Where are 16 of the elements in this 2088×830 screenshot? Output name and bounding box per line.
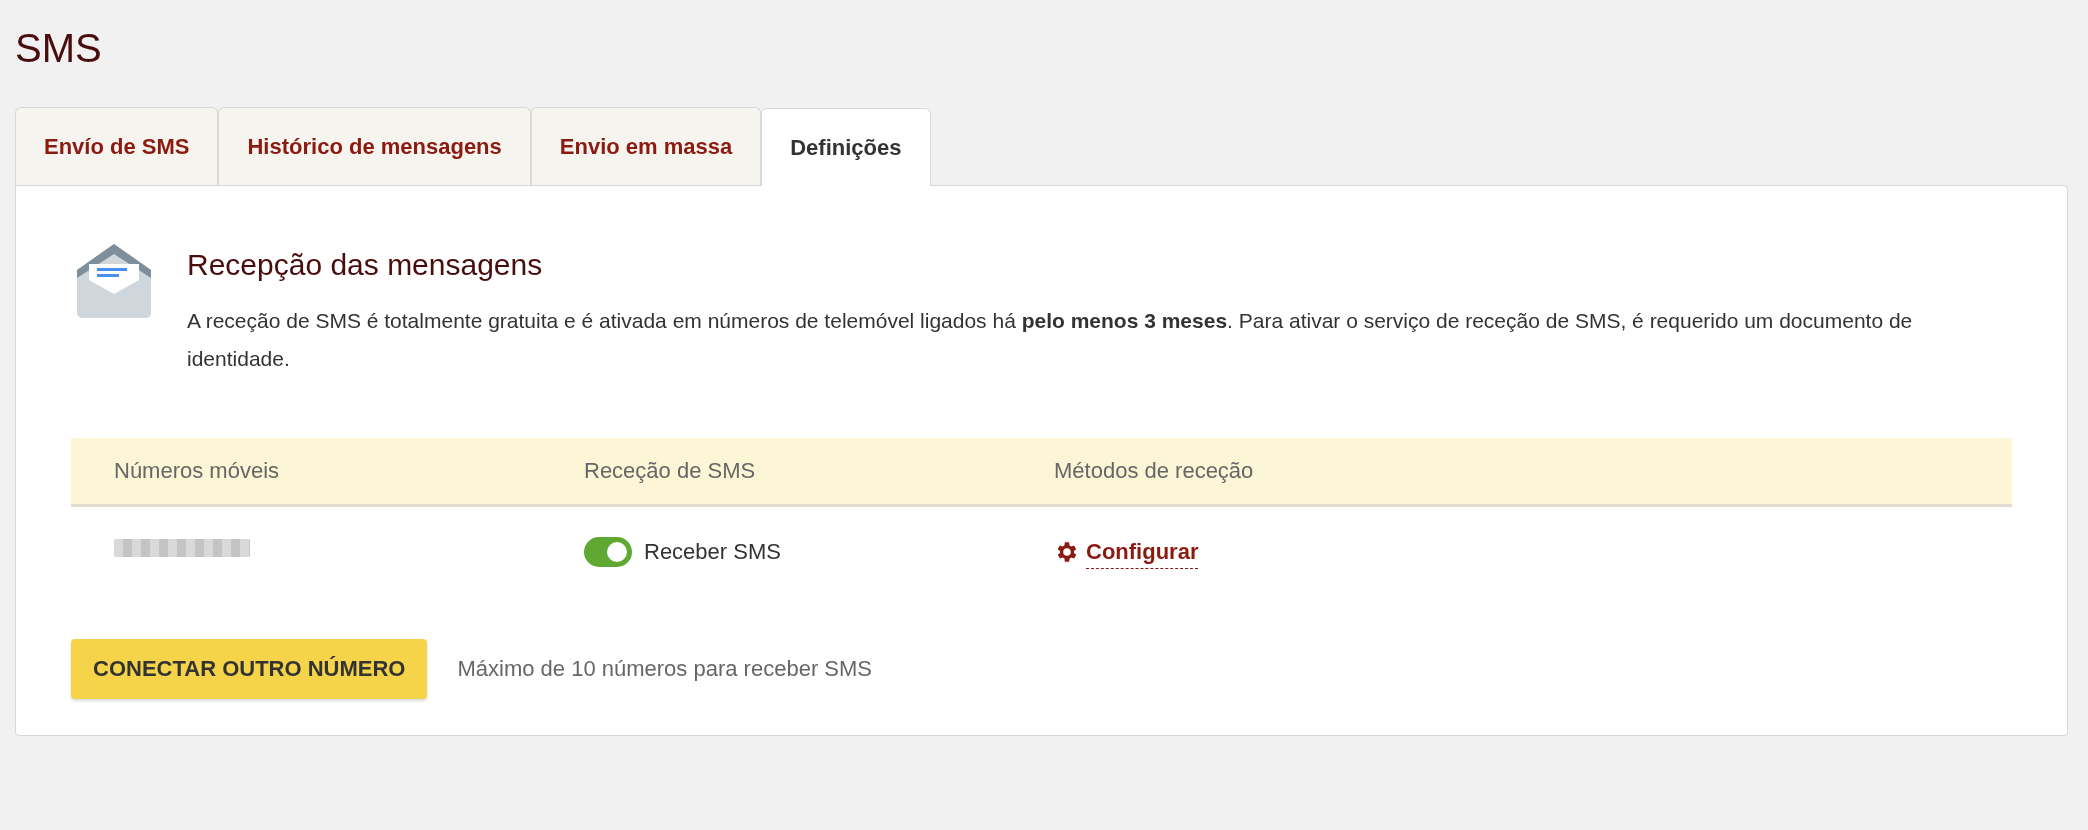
column-header: Números móveis xyxy=(114,458,281,484)
tab[interactable]: Histórico de mensagens xyxy=(218,107,531,185)
configure-link[interactable]: Configurar xyxy=(1086,539,1199,569)
toggle-label: Receber SMS xyxy=(644,539,781,565)
tab[interactable]: Definições xyxy=(761,108,931,186)
column-header: Métodos de receção xyxy=(1054,458,1255,484)
info-paragraph: A receção de SMS é totalmente gratuita e é ativada em números de telemóvel ligados há pelo menos 3 meses. Para ativar o serviço de receção de SMS, é requerido um documento de identidade. xyxy=(187,308,1914,372)
connect-number-button[interactable]: CONECTAR OUTRO NÚMERO xyxy=(71,639,428,699)
tab[interactable]: Envío de SMS xyxy=(15,107,219,185)
tab[interactable]: Envio em massa xyxy=(530,107,762,185)
toggle-switch[interactable] xyxy=(584,537,632,567)
envelope-icon xyxy=(77,244,151,318)
column-header: Receção de SMS xyxy=(584,458,757,484)
limit-note: Máximo de 10 números para receber SMS xyxy=(457,656,872,682)
section-heading: Recepção das mensagens xyxy=(187,248,544,282)
page-title: SMS xyxy=(15,26,103,71)
